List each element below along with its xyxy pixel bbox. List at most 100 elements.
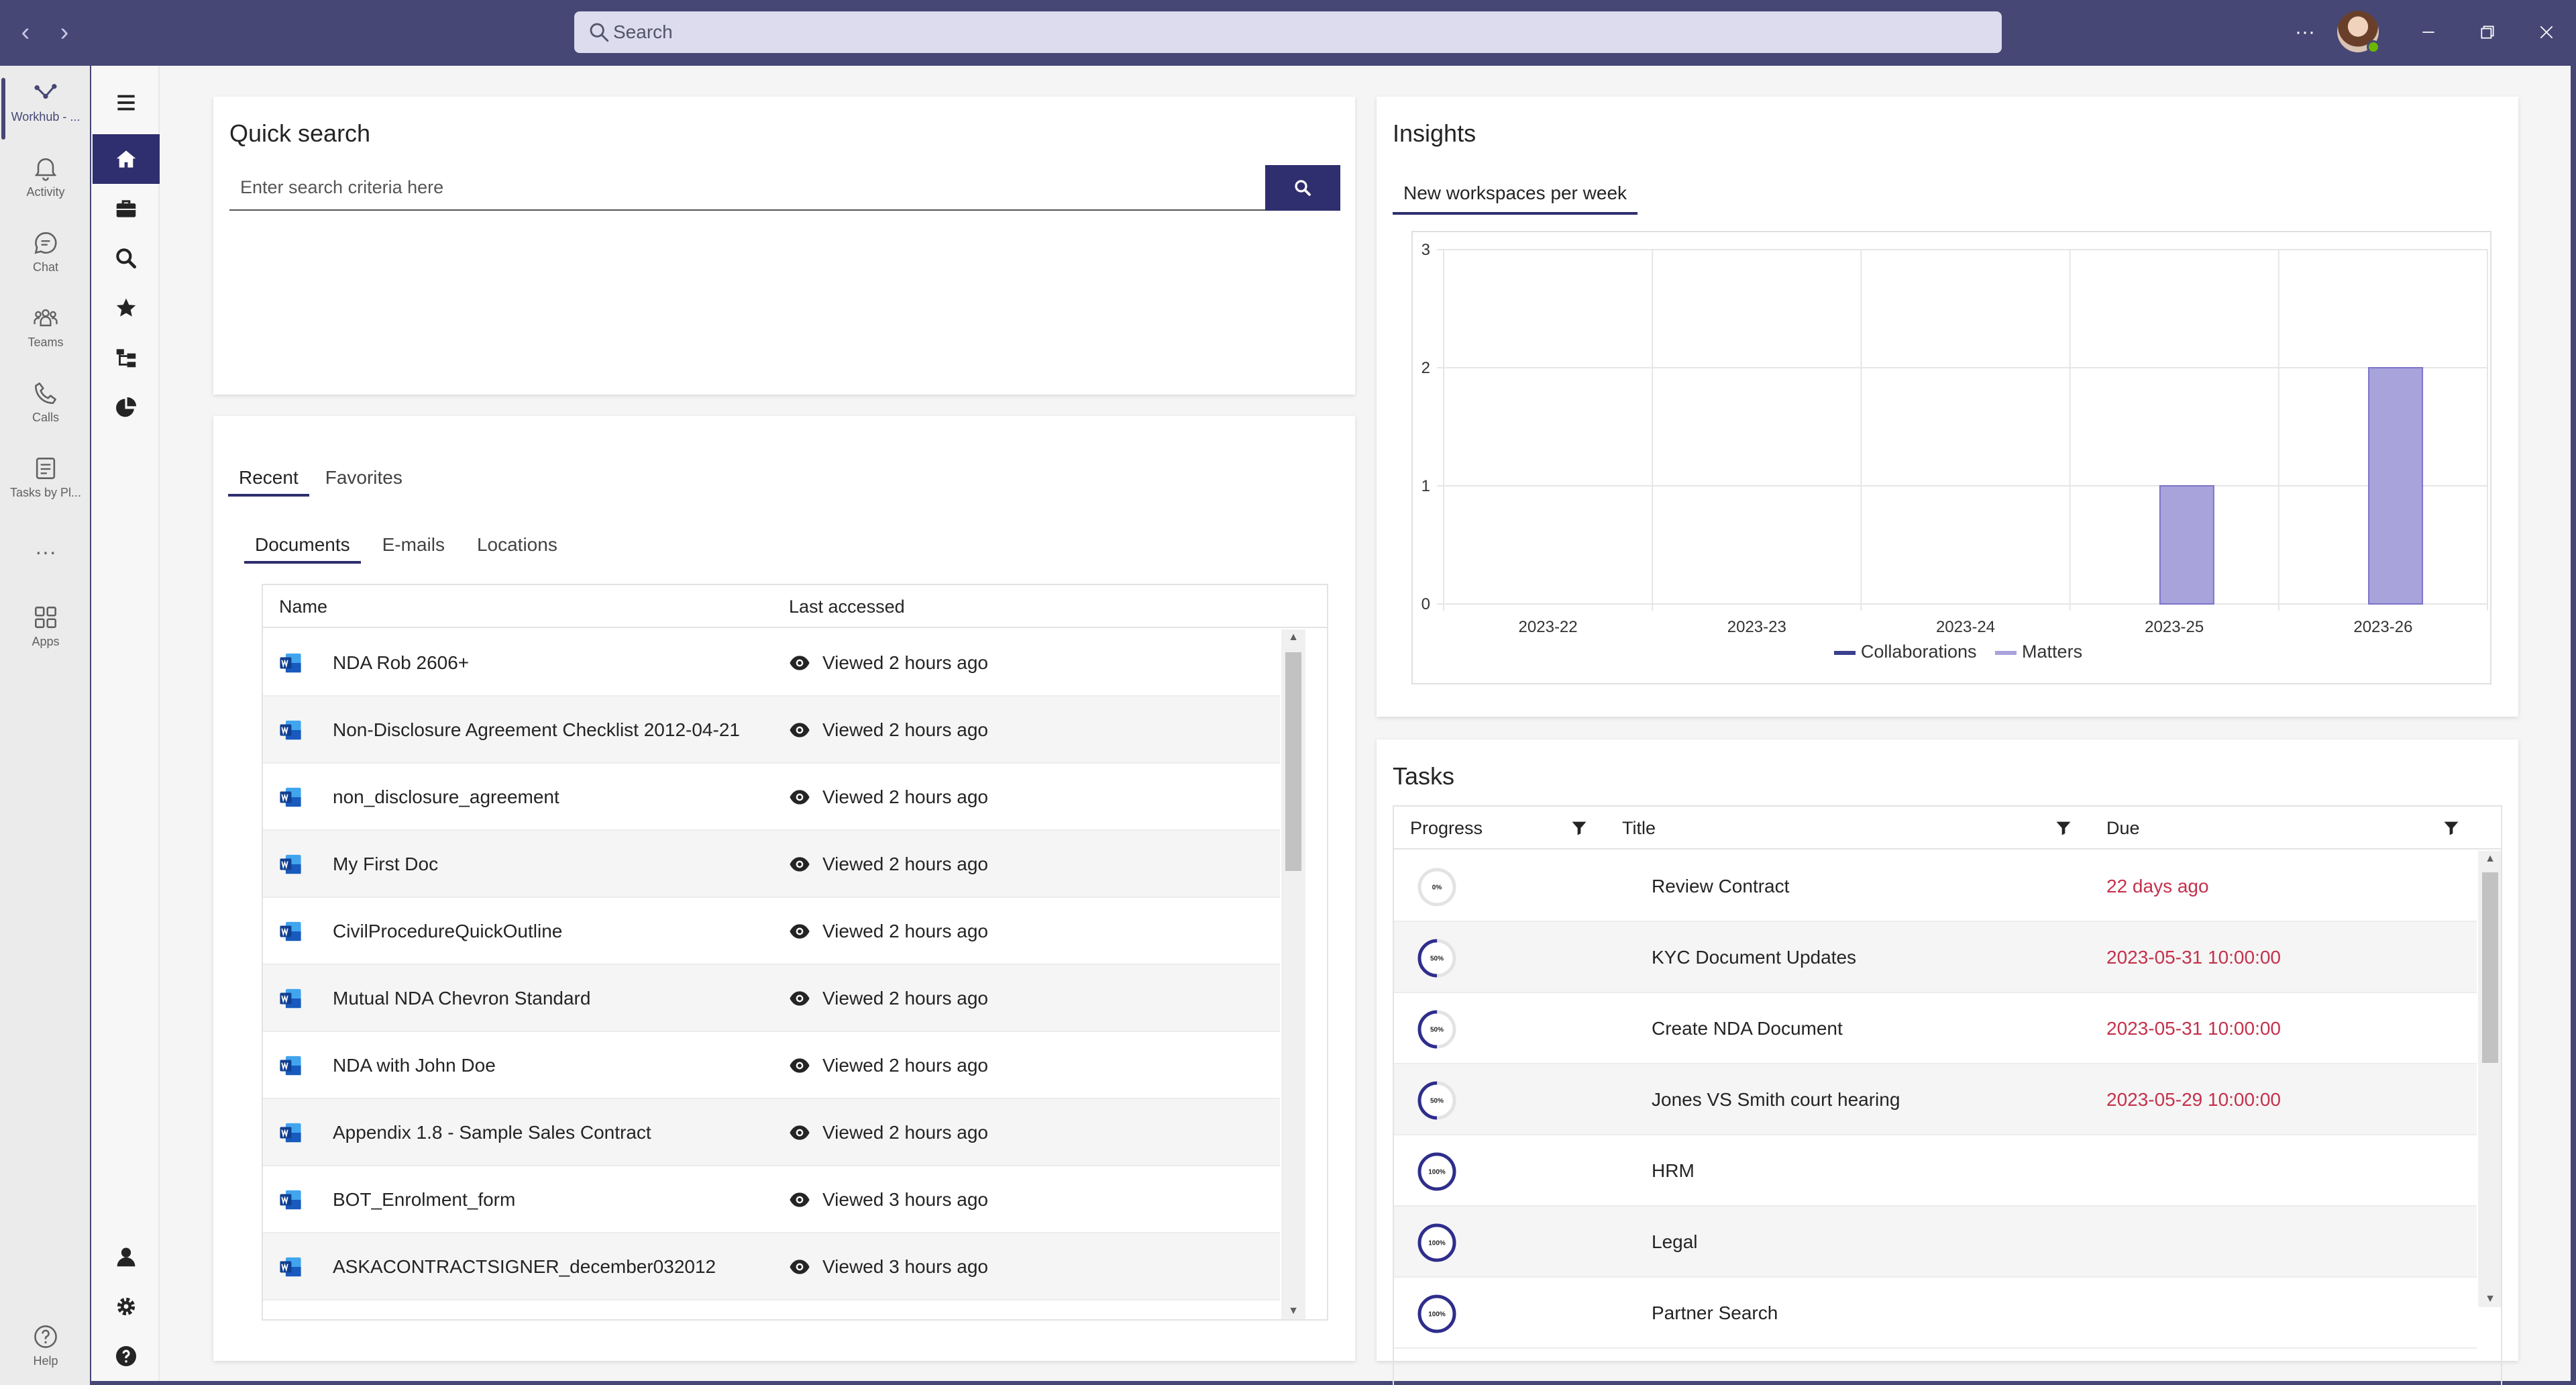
- scroll-thumb[interactable]: [2482, 872, 2498, 1063]
- task-title[interactable]: Partner Search: [1652, 1278, 1778, 1349]
- filter-icon[interactable]: [2054, 819, 2073, 837]
- nav-profile[interactable]: [93, 1232, 160, 1282]
- rail-item-more[interactable]: ···: [0, 537, 91, 564]
- column-header-due[interactable]: Due: [2106, 807, 2140, 850]
- nav-help[interactable]: [93, 1331, 160, 1381]
- column-header-progress[interactable]: Progress: [1410, 807, 1483, 850]
- nav-home[interactable]: [93, 134, 160, 184]
- table-row[interactable]: Appendix 1.8 - Sample Sales Contract View…: [263, 1099, 1280, 1166]
- progress-ring: 100%: [1417, 1294, 1456, 1333]
- tab-new-workspaces-per-week[interactable]: New workspaces per week: [1393, 172, 1638, 215]
- document-name[interactable]: NDA Rob 2606+: [333, 629, 469, 697]
- table-row[interactable]: BOT_Enrolment_form Viewed 3 hours ago: [263, 1166, 1280, 1233]
- scroll-thumb[interactable]: [1285, 652, 1301, 871]
- table-row[interactable]: Non-Disclosure Agreement Checklist 2012-…: [263, 697, 1280, 764]
- document-name[interactable]: Appendix 1.8 - Sample Sales Contract: [333, 1099, 651, 1166]
- nav-insights[interactable]: [93, 382, 160, 432]
- filter-icon[interactable]: [2442, 819, 2461, 837]
- restore-icon[interactable]: [2470, 15, 2505, 50]
- recent-card: Recent Favorites Documents E-mails Locat…: [213, 416, 1355, 1361]
- scroll-up-icon[interactable]: ▲: [2478, 851, 2501, 867]
- tab-locations[interactable]: Locations: [466, 526, 568, 564]
- quick-search-button[interactable]: [1265, 165, 1340, 211]
- menu-toggle-button[interactable]: [93, 78, 160, 127]
- progress-label: 100%: [1428, 1240, 1446, 1247]
- table-row[interactable]: 50% Create NDA Document 2023-05-31 10:00:0…: [1394, 993, 2477, 1064]
- avatar[interactable]: [2337, 11, 2380, 54]
- y-tick-label: 0: [1421, 595, 1430, 613]
- documents-grid: Name Last accessed NDA Rob 2606+ Viewed 2…: [262, 584, 1328, 1321]
- document-name[interactable]: My First Doc: [333, 831, 438, 898]
- close-icon[interactable]: [2529, 15, 2564, 50]
- column-header-name[interactable]: Name: [279, 585, 327, 628]
- nav-search[interactable]: [93, 234, 160, 283]
- rail-item-workhub[interactable]: Workhub - ...: [0, 78, 91, 140]
- task-title[interactable]: Jones VS Smith court hearing: [1652, 1064, 1900, 1135]
- app-side-nav: [93, 66, 160, 1385]
- tab-emails[interactable]: E-mails: [372, 526, 455, 564]
- rail-item-apps[interactable]: Apps: [0, 603, 91, 649]
- forward-arrow-icon[interactable]: ›: [51, 17, 78, 47]
- task-title[interactable]: KYC Document Updates: [1652, 922, 1856, 993]
- rail-item-tasks[interactable]: Tasks by Pl...: [0, 454, 91, 500]
- document-name[interactable]: non_disclosure_agreement: [333, 764, 559, 831]
- filter-icon[interactable]: [1570, 819, 1589, 837]
- nav-folders[interactable]: [93, 333, 160, 382]
- scroll-down-icon[interactable]: ▼: [1281, 1303, 1305, 1319]
- word-document-icon: [280, 720, 301, 740]
- quick-search-input[interactable]: [229, 165, 1265, 209]
- table-row[interactable]: 50% Jones VS Smith court hearing 2023-05-2…: [1394, 1064, 2477, 1135]
- global-search-box[interactable]: Search: [574, 11, 2002, 53]
- legend-label-matters[interactable]: Matters: [2022, 642, 2082, 662]
- tab-documents[interactable]: Documents: [244, 526, 361, 564]
- x-tick-label: 2023-22: [1519, 618, 1578, 635]
- eye-icon: [790, 1125, 810, 1140]
- rail-item-teams[interactable]: Teams: [0, 303, 91, 350]
- document-name[interactable]: NDA with John Doe: [333, 1032, 496, 1099]
- rail-item-help[interactable]: Help: [0, 1322, 91, 1368]
- table-row[interactable]: CivilProcedureQuickOutline Viewed 2 hours…: [263, 898, 1280, 965]
- scroll-down-icon[interactable]: ▼: [2478, 1291, 2501, 1307]
- column-header-last-accessed[interactable]: Last accessed: [789, 585, 905, 628]
- document-name[interactable]: ASKACONTRACTSIGNER_december032012: [333, 1233, 716, 1300]
- document-name[interactable]: BOT_Enrolment_form: [333, 1166, 515, 1233]
- document-name[interactable]: Mutual NDA Chevron Standard: [333, 965, 590, 1032]
- table-row[interactable]: NDA with John Doe Viewed 2 hours ago: [263, 1032, 1280, 1099]
- rail-item-chat[interactable]: Chat: [0, 228, 91, 274]
- table-row[interactable]: My First Doc Viewed 2 hours ago: [263, 831, 1280, 898]
- table-row[interactable]: 100% Legal: [1394, 1207, 2477, 1278]
- minimize-icon[interactable]: [2411, 15, 2446, 50]
- back-arrow-icon[interactable]: ‹: [12, 17, 39, 47]
- table-row[interactable]: ASKACONTRACTSIGNER_december032012 Viewed …: [263, 1233, 1280, 1300]
- legend-label-collaborations[interactable]: Collaborations: [1861, 642, 1977, 662]
- rail-item-calls[interactable]: Calls: [0, 378, 91, 425]
- rail-item-activity[interactable]: Activity: [0, 153, 91, 199]
- task-title[interactable]: Legal: [1652, 1207, 1698, 1278]
- column-header-title[interactable]: Title: [1622, 807, 1656, 850]
- document-name[interactable]: CivilProcedureQuickOutline: [333, 898, 562, 965]
- word-document-icon: [280, 1056, 301, 1076]
- scroll-up-icon[interactable]: ▲: [1281, 629, 1305, 646]
- document-name[interactable]: Non-Disclosure Agreement Checklist 2012-…: [333, 697, 740, 764]
- nav-workspaces[interactable]: [93, 184, 160, 234]
- table-row[interactable]: 100% HRM: [1394, 1135, 2477, 1207]
- tab-recent[interactable]: Recent: [228, 459, 309, 497]
- last-accessed: Viewed 2 hours ago: [822, 921, 988, 941]
- tasks-title: Tasks: [1393, 762, 1455, 790]
- documents-scrollbar[interactable]: ▲ ▼: [1281, 629, 1305, 1319]
- nav-settings[interactable]: [93, 1282, 160, 1331]
- apps-icon: [35, 607, 56, 628]
- table-row[interactable]: Mutual NDA Chevron Standard Viewed 2 hour…: [263, 965, 1280, 1032]
- task-title[interactable]: Review Contract: [1652, 851, 1789, 922]
- table-row[interactable]: 100% Partner Search: [1394, 1278, 2477, 1349]
- task-title[interactable]: HRM: [1652, 1135, 1695, 1207]
- tasks-scrollbar[interactable]: ▲ ▼: [2478, 851, 2501, 1307]
- nav-favorites[interactable]: [93, 283, 160, 333]
- more-options-button[interactable]: ···: [2288, 15, 2322, 50]
- table-row[interactable]: 0% Review Contract 22 days ago: [1394, 851, 2477, 922]
- tab-favorites[interactable]: Favorites: [315, 459, 413, 497]
- task-title[interactable]: Create NDA Document: [1652, 993, 1843, 1064]
- table-row[interactable]: non_disclosure_agreement Viewed 2 hours a…: [263, 764, 1280, 831]
- table-row[interactable]: 50% KYC Document Updates 2023-05-31 10:00:…: [1394, 922, 2477, 993]
- table-row[interactable]: NDA Rob 2606+ Viewed 2 hours ago: [263, 629, 1280, 697]
